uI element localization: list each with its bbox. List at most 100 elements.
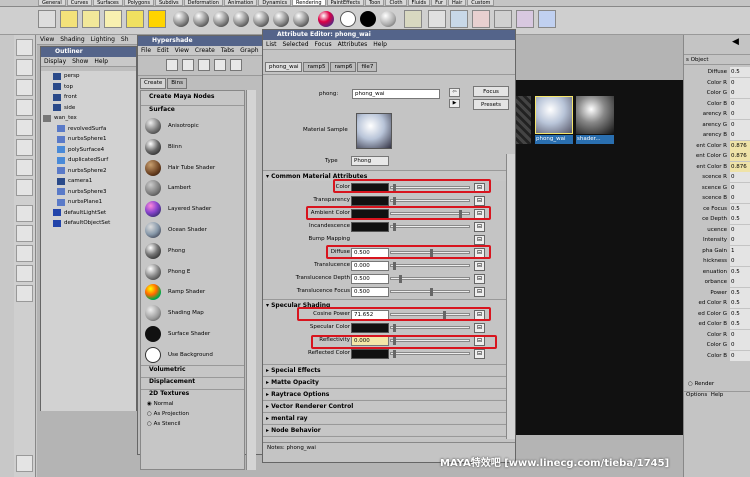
map-button[interactable]: ⊟	[474, 196, 485, 206]
outliner-item[interactable]: nurbsSphere2	[43, 166, 136, 177]
slider-thumb[interactable]	[392, 223, 396, 231]
hypershade-icon[interactable]	[428, 10, 446, 28]
graph-icon[interactable]	[230, 59, 242, 71]
outliner-item[interactable]: defaultObjectSet	[43, 218, 136, 229]
render-settings-icon[interactable]	[472, 10, 490, 28]
channel-row[interactable]: Color G0	[684, 88, 750, 99]
tab-create[interactable]: Create	[140, 78, 167, 89]
channel-row[interactable]: ce Depth 0.5	[684, 214, 750, 225]
layout-single-icon[interactable]	[16, 205, 33, 222]
attribute-slider[interactable]	[390, 197, 470, 205]
paint-icon[interactable]	[516, 10, 534, 28]
node-tab[interactable]: ramp5	[303, 62, 330, 72]
projection-radio[interactable]: ◉ Normal	[147, 401, 242, 411]
shader-node[interactable]: Hair Tube Shader	[145, 159, 244, 177]
graph-icon[interactable]	[166, 59, 178, 71]
channel-row[interactable]: Color G0	[684, 340, 750, 351]
shader-node[interactable]: Use Background	[145, 346, 244, 364]
attribute-section[interactable]: ▸ Node Behavior	[263, 424, 513, 435]
attr-menu-item[interactable]: Focus	[315, 40, 332, 49]
outliner-item[interactable]: front	[43, 92, 136, 103]
attribute-slider[interactable]	[390, 275, 470, 283]
outliner-item[interactable]: top	[43, 82, 136, 93]
channel-row[interactable]: Diffuse 0.5	[684, 67, 750, 78]
slider-thumb[interactable]	[392, 324, 396, 332]
channel-row[interactable]: Color B0	[684, 98, 750, 110]
projection-radio[interactable]: ○ As Stencil	[147, 421, 242, 431]
slider-thumb[interactable]	[398, 275, 402, 283]
layout-two-icon[interactable]	[16, 245, 33, 262]
displacement-header[interactable]: Displacement	[141, 377, 244, 387]
hypershade-menu-item[interactable]: Create	[195, 46, 215, 55]
map-button[interactable]: ⊟	[474, 349, 485, 359]
graph-icon[interactable]	[182, 59, 194, 71]
channel-row[interactable]: Color R0	[684, 329, 750, 341]
outliner-menu-item[interactable]: Show	[72, 57, 88, 66]
hypershade-menu-item[interactable]: Graph	[240, 46, 258, 55]
map-button[interactable]: ⊟	[474, 261, 485, 271]
shader-node[interactable]: Phong	[145, 242, 244, 260]
channel-row[interactable]: arency B0	[684, 130, 750, 141]
outliner-item[interactable]: revolvedSurfa	[43, 124, 136, 135]
outliner-item[interactable]: nurbsSphere3	[43, 187, 136, 198]
attribute-section[interactable]: ▸ mental ray	[263, 412, 513, 423]
render-icon[interactable]	[38, 10, 56, 28]
attribute-value-field[interactable]: 0.500	[351, 287, 389, 297]
shelf-tab[interactable]: PaintEffects	[326, 0, 364, 6]
channel-row[interactable]: orbance 0	[684, 277, 750, 288]
shader-ball-icon[interactable]	[193, 11, 209, 27]
brush-icon[interactable]	[538, 10, 556, 28]
shelf-tab[interactable]: Fluids	[407, 0, 431, 6]
color-swatch[interactable]	[351, 323, 389, 333]
outliner-item[interactable]: camera1	[43, 176, 136, 187]
channel-row[interactable]: ed Color G 0.5	[684, 308, 750, 320]
shelf-tab[interactable]: Subdivs	[155, 0, 183, 6]
outliner-item[interactable]: duplicatedSurf	[43, 155, 136, 166]
select-tool-icon[interactable]	[16, 39, 33, 56]
shader-node[interactable]: Shading Map	[145, 304, 244, 322]
arealight-icon[interactable]	[104, 10, 122, 28]
layout-graph-icon[interactable]	[16, 285, 33, 302]
channel-row[interactable]: Color R0	[684, 77, 750, 89]
output-connection-icon[interactable]: ▶	[449, 99, 460, 108]
shader-node[interactable]: Blinn	[145, 138, 244, 156]
volumetric-header[interactable]: Volumetric	[141, 365, 244, 375]
last-tool-icon[interactable]	[16, 179, 33, 196]
shader-node[interactable]: Lambert	[145, 179, 244, 197]
shader-node[interactable]: Ramp Shader	[145, 283, 244, 301]
attribute-slider[interactable]	[390, 350, 470, 358]
outliner-item[interactable]: wan_tex	[43, 113, 136, 124]
toon-icon[interactable]	[404, 10, 422, 28]
channel-row[interactable]: ce Focus 0.5	[684, 203, 750, 215]
node-tab[interactable]: phong_wai	[265, 62, 303, 72]
textures-2d-header[interactable]: 2D Textures	[141, 389, 244, 399]
shelf-tab[interactable]: Curves	[66, 0, 93, 6]
outliner-item[interactable]: nurbsPlane1	[43, 197, 136, 208]
shelf-tab[interactable]: Surfaces	[93, 0, 123, 6]
focus-button[interactable]: Focus	[473, 86, 509, 97]
attribute-slider[interactable]	[390, 288, 470, 296]
attribute-section[interactable]: ▸ Special Effects	[263, 364, 513, 375]
channel-row[interactable]: ed Color B 0.5	[684, 319, 750, 330]
shelf-tab[interactable]: Hair	[447, 0, 467, 6]
viewport-menu-item[interactable]: View	[40, 35, 54, 44]
shelf-tab[interactable]: Dynamics	[258, 0, 292, 6]
shader-ball-icon[interactable]	[273, 11, 289, 27]
channel-row[interactable]: Power 0.5	[684, 287, 750, 299]
slider-thumb[interactable]	[392, 350, 396, 358]
phong-wai-swatch[interactable]	[535, 96, 573, 134]
outliner-item[interactable]: nurbsSphere1	[43, 134, 136, 145]
map-button[interactable]: ⊟	[474, 287, 485, 297]
render-view-icon[interactable]	[450, 10, 468, 28]
shelf-tab[interactable]: Animation	[223, 0, 258, 6]
color-swatch[interactable]	[351, 349, 389, 359]
channel-row[interactable]: ed Color R 0.5	[684, 298, 750, 309]
white-ball-icon[interactable]	[340, 11, 356, 27]
gray-ball-icon[interactable]	[380, 11, 396, 27]
attribute-slider[interactable]	[390, 324, 470, 332]
hypershade-menu-item[interactable]: File	[141, 46, 151, 55]
channel-row[interactable]: ucence 0	[684, 224, 750, 236]
outliner-menu-item[interactable]: Help	[94, 57, 108, 66]
attr-menu-item[interactable]: Selected	[283, 40, 309, 49]
spotlight-icon[interactable]	[82, 10, 100, 28]
